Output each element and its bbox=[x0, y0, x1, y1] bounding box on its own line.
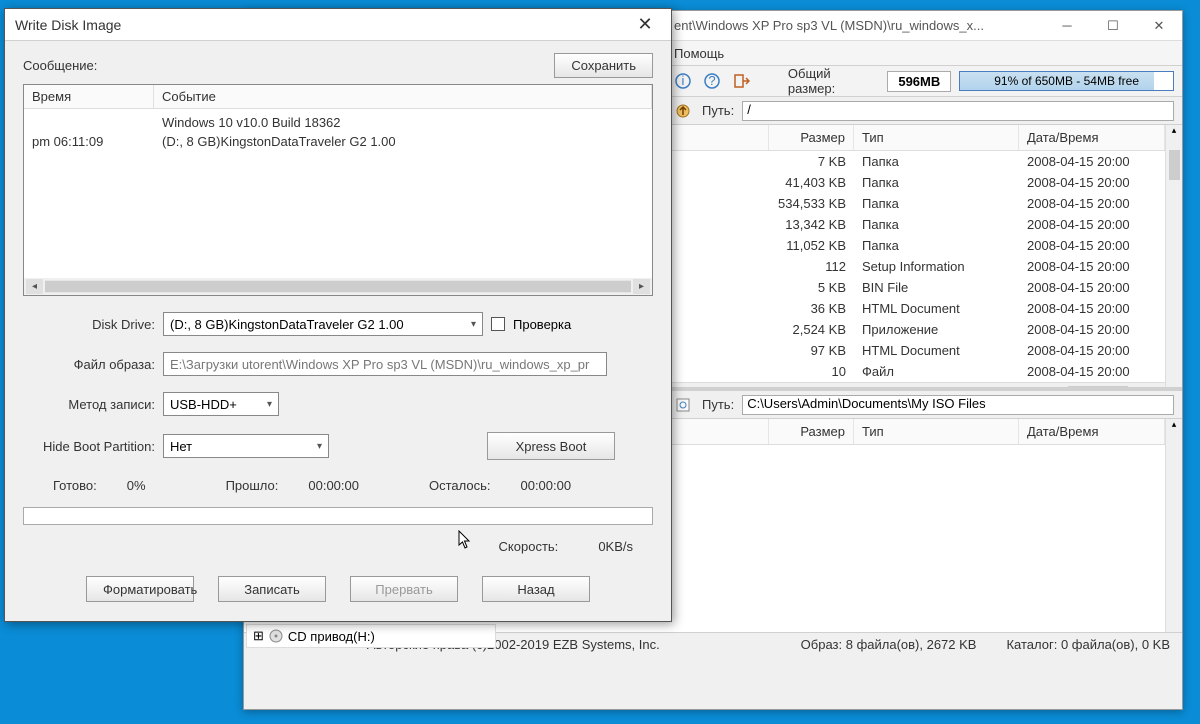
exit-icon[interactable] bbox=[731, 70, 752, 92]
scroll-left-icon[interactable]: ◂ bbox=[26, 279, 43, 294]
info-icon[interactable]: i bbox=[672, 70, 693, 92]
ready-value: 0% bbox=[127, 478, 146, 493]
xpress-boot-button[interactable]: Xpress Boot bbox=[487, 432, 615, 460]
format-button[interactable]: Форматировать bbox=[86, 576, 194, 602]
elapsed-label: Прошло: bbox=[226, 478, 279, 493]
svg-text:i: i bbox=[681, 73, 684, 88]
write-method-label: Метод записи: bbox=[23, 397, 155, 412]
iso-icon[interactable] bbox=[672, 394, 694, 416]
disk-drive-dropdown[interactable]: (D:, 8 GB)KingstonDataTraveler G2 1.00▾ bbox=[163, 312, 483, 336]
upper-path-input[interactable]: / bbox=[742, 101, 1174, 121]
vscrollbar[interactable]: ▴ bbox=[1165, 125, 1182, 387]
capacity-bar: 91% of 650MB - 54MB free bbox=[959, 71, 1174, 91]
tree-item-label: CD привод(H:) bbox=[288, 629, 375, 644]
total-size-value: 596MB bbox=[887, 71, 951, 92]
write-method-dropdown[interactable]: USB-HDD+▾ bbox=[163, 392, 279, 416]
col-type[interactable]: Тип bbox=[854, 125, 1019, 150]
chevron-down-icon: ▾ bbox=[317, 441, 322, 452]
speed-label: Скорость: bbox=[499, 539, 559, 554]
chevron-down-icon: ▾ bbox=[267, 399, 272, 410]
hide-boot-label: Hide Boot Partition: bbox=[23, 439, 155, 454]
tree-item-cd-drive[interactable]: ⊞ CD привод(H:) bbox=[246, 624, 496, 648]
up-folder-icon[interactable] bbox=[672, 100, 694, 122]
col-date-lower[interactable]: Дата/Время bbox=[1019, 419, 1165, 444]
col-size[interactable]: Размер bbox=[769, 125, 854, 150]
save-button[interactable]: Сохранить bbox=[554, 53, 653, 78]
log-box: Время Событие Windows 10 v10.0 Build 183… bbox=[23, 84, 653, 296]
speed-value: 0KB/s bbox=[598, 539, 633, 554]
col-type-lower[interactable]: Тип bbox=[854, 419, 1019, 444]
log-col-event[interactable]: Событие bbox=[154, 85, 652, 108]
image-file-input[interactable]: E:\Загрузки utorent\Windows XP Pro sp3 V… bbox=[163, 352, 607, 376]
status-image: Образ: 8 файла(ов), 2672 KB bbox=[801, 637, 977, 652]
chevron-down-icon: ▾ bbox=[471, 319, 476, 330]
minimize-button[interactable]: ─ bbox=[1044, 11, 1090, 41]
hide-boot-dropdown[interactable]: Нет▾ bbox=[163, 434, 329, 458]
total-size-label: Общий размер: bbox=[788, 66, 879, 96]
expand-icon[interactable]: ⊞ bbox=[253, 628, 264, 644]
write-button[interactable]: Записать bbox=[218, 576, 326, 602]
path-label: Путь: bbox=[702, 103, 734, 118]
disk-drive-label: Disk Drive: bbox=[23, 317, 155, 332]
menu-help[interactable]: Помощь bbox=[674, 46, 724, 61]
image-file-label: Файл образа: bbox=[23, 357, 155, 372]
log-row: Windows 10 v10.0 Build 18362 bbox=[24, 113, 652, 132]
dialog-close-button[interactable]: ✕ bbox=[629, 9, 661, 41]
close-button[interactable]: ✕ bbox=[1136, 11, 1182, 41]
log-col-time[interactable]: Время bbox=[24, 85, 154, 108]
col-size-lower[interactable]: Размер bbox=[769, 419, 854, 444]
back-button[interactable]: Назад bbox=[482, 576, 590, 602]
vscrollbar-lower[interactable]: ▴ bbox=[1165, 419, 1182, 632]
log-row: pm 06:11:09(D:, 8 GB)KingstonDataTravele… bbox=[24, 132, 652, 151]
verify-checkbox[interactable] bbox=[491, 317, 505, 331]
progress-bar bbox=[23, 507, 653, 525]
cd-drive-icon bbox=[268, 628, 284, 644]
dialog-title: Write Disk Image bbox=[15, 17, 629, 33]
elapsed-value: 00:00:00 bbox=[308, 478, 359, 493]
help-icon[interactable]: ? bbox=[701, 70, 722, 92]
dialog-titlebar[interactable]: Write Disk Image ✕ bbox=[5, 9, 671, 41]
capacity-text: 91% of 650MB - 54MB free bbox=[960, 72, 1173, 90]
log-hscroll[interactable]: ◂ ▸ bbox=[24, 278, 652, 295]
remain-label: Осталось: bbox=[429, 478, 491, 493]
ready-label: Готово: bbox=[53, 478, 97, 493]
maximize-button[interactable]: ☐ bbox=[1090, 11, 1136, 41]
message-label: Сообщение: bbox=[23, 58, 97, 73]
abort-button[interactable]: Прервать bbox=[350, 576, 458, 602]
svg-text:?: ? bbox=[709, 73, 716, 88]
col-date[interactable]: Дата/Время bbox=[1019, 125, 1165, 150]
write-disk-image-dialog: Write Disk Image ✕ Сообщение: Сохранить … bbox=[4, 8, 672, 622]
verify-label: Проверка bbox=[513, 317, 571, 332]
scroll-right-icon[interactable]: ▸ bbox=[633, 279, 650, 294]
status-catalog: Каталог: 0 файла(ов), 0 KB bbox=[1006, 637, 1170, 652]
remain-value: 00:00:00 bbox=[520, 478, 571, 493]
lower-path-label: Путь: bbox=[702, 397, 734, 412]
lower-path-input[interactable]: C:\Users\Admin\Documents\My ISO Files bbox=[742, 395, 1174, 415]
